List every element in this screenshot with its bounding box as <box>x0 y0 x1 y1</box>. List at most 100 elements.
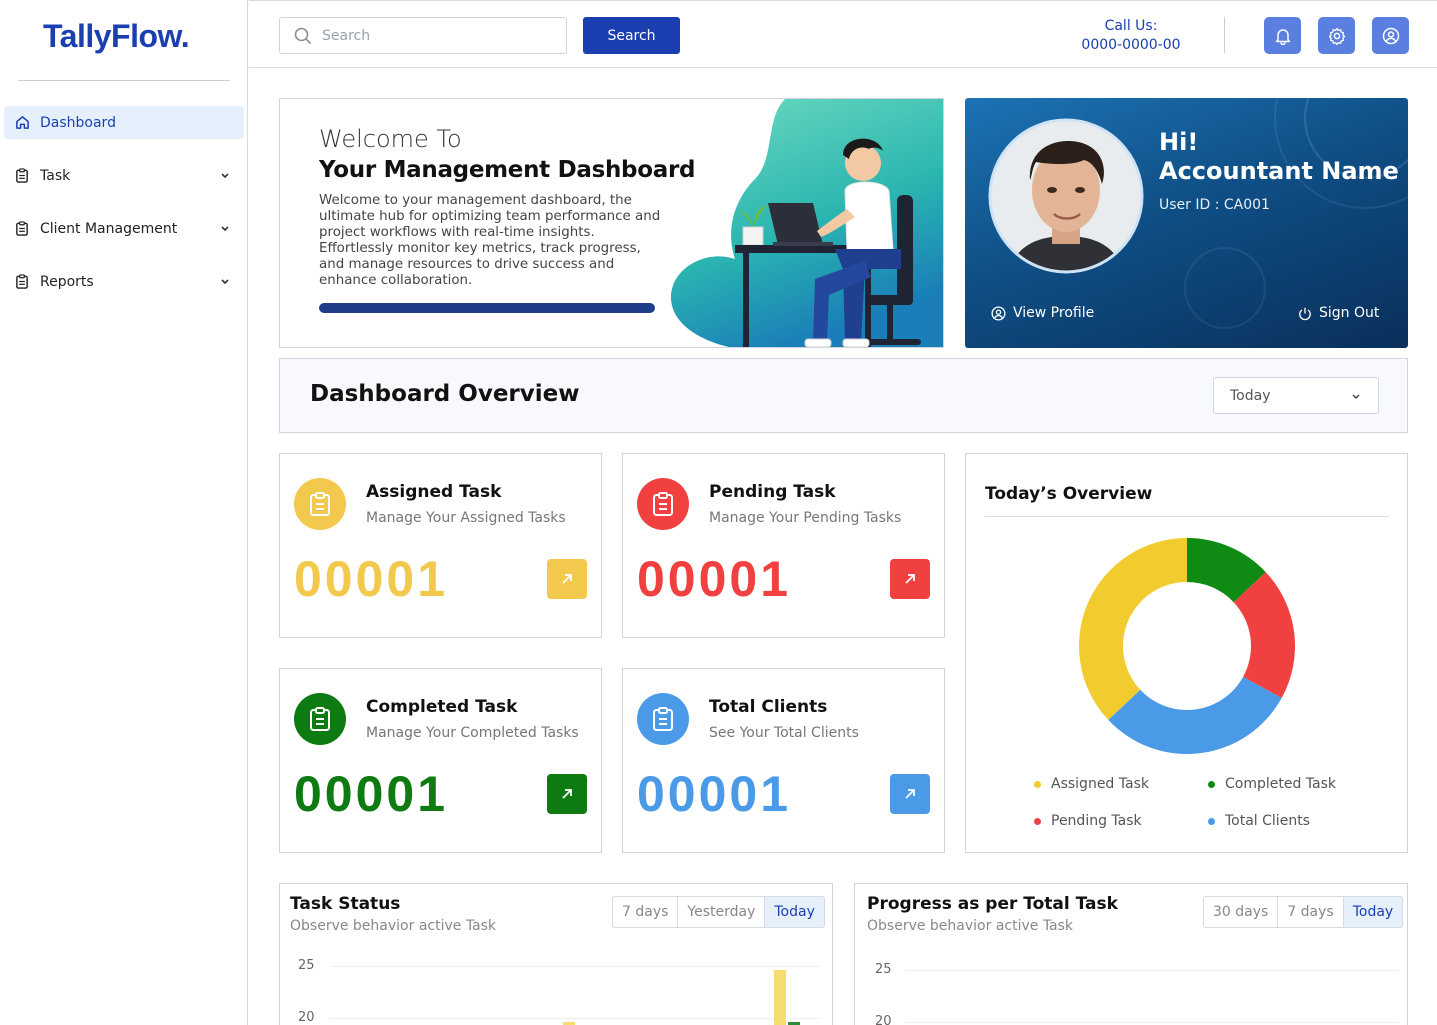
welcome-accent-bar <box>319 303 655 313</box>
tab-30-days[interactable]: 30 days <box>1204 897 1279 927</box>
view-profile-label: View Profile <box>1013 305 1095 321</box>
gridline <box>905 1022 1399 1023</box>
tab-today[interactable]: Today <box>765 897 824 927</box>
sign-out-link[interactable]: Sign Out <box>1298 305 1379 321</box>
clipboard-icon <box>294 693 346 745</box>
stat-subtitle: Manage Your Completed Tasks <box>366 725 579 741</box>
home-icon <box>14 115 30 131</box>
sidebar-item-label: Dashboard <box>40 114 116 131</box>
progress-title: Progress as per Total Task <box>867 894 1118 914</box>
view-profile-link[interactable]: View Profile <box>991 305 1094 321</box>
workspace-illustration <box>670 99 943 347</box>
donut-slice-assigned-task <box>1079 538 1187 720</box>
open-assigned-button[interactable] <box>547 559 587 599</box>
open-clients-button[interactable] <box>890 774 930 814</box>
profile-user-id: User ID : CA001 <box>1159 197 1270 213</box>
gridline <box>330 1018 820 1019</box>
stat-subtitle: See Your Total Clients <box>709 725 859 741</box>
clipboard-icon <box>14 221 30 237</box>
welcome-title: Your Management Dashboard <box>319 157 696 183</box>
welcome-body: Welcome to your management dashboard, th… <box>319 193 661 288</box>
welcome-card: Welcome To Your Management Dashboard Wel… <box>279 98 944 348</box>
todays-overview-divider <box>985 516 1389 517</box>
bell-icon <box>1275 28 1290 45</box>
legend-item: Total Clients <box>1208 813 1310 829</box>
tab-7-days[interactable]: 7 days <box>1278 897 1344 927</box>
call-us-label: Call Us: <box>1104 18 1158 34</box>
legend-dot <box>1034 817 1041 825</box>
y-tick-label: 20 <box>875 1014 892 1025</box>
call-us-number[interactable]: 0000-0000-00 <box>1071 36 1191 55</box>
task-status-card: Task Status Observe behavior active Task… <box>279 883 833 1025</box>
sidebar-item-task[interactable]: Task <box>4 159 244 192</box>
legend-label: Total Clients <box>1225 813 1310 829</box>
notifications-button[interactable] <box>1264 17 1301 54</box>
stat-card-assigned[interactable]: Assigned Task Manage Your Assigned Tasks… <box>279 453 602 638</box>
profile-name: Accountant Name <box>1159 157 1399 185</box>
stat-subtitle: Manage Your Pending Tasks <box>709 510 902 526</box>
period-select-value: Today <box>1230 387 1271 404</box>
avatar[interactable] <box>988 118 1144 278</box>
legend-label: Pending Task <box>1051 813 1142 829</box>
sidebar-item-label: Client Management <box>40 220 178 237</box>
search-button[interactable]: Search <box>583 17 680 54</box>
arrow-up-right-icon <box>905 789 915 799</box>
y-tick-label: 25 <box>298 958 315 973</box>
sidebar-item-client-management[interactable]: Client Management <box>4 212 244 245</box>
clipboard-icon <box>294 478 346 530</box>
power-icon <box>1299 307 1311 320</box>
profile-greeting: Hi! <box>1159 128 1199 156</box>
stat-value: 00001 <box>294 551 449 607</box>
brand-logo[interactable]: TallyFlow. <box>43 18 190 55</box>
legend-item: Completed Task <box>1208 776 1336 792</box>
settings-icon <box>1328 27 1345 45</box>
y-tick-label: 25 <box>875 962 892 977</box>
logo-divider <box>18 80 230 81</box>
settings-button[interactable] <box>1318 17 1355 54</box>
tab-today[interactable]: Today <box>1343 897 1403 927</box>
task-status-title: Task Status <box>290 894 401 914</box>
profile-card: Hi! Accountant Name User ID : CA001 View… <box>965 98 1408 348</box>
sidebar: TallyFlow. Dashboard Task Client Managem… <box>0 0 248 1025</box>
chevron-down-icon <box>221 173 229 179</box>
period-select[interactable]: Today <box>1213 377 1379 414</box>
dashboard-overview-title: Dashboard Overview <box>310 381 580 407</box>
sidebar-item-reports[interactable]: Reports <box>4 265 244 298</box>
legend-dot <box>1034 780 1041 788</box>
tab-7-days[interactable]: 7 days <box>613 897 679 927</box>
stat-card-completed[interactable]: Completed Task Manage Your Completed Tas… <box>279 668 602 853</box>
stat-card-pending[interactable]: Pending Task Manage Your Pending Tasks 0… <box>622 453 945 638</box>
y-tick-label: 20 <box>298 1010 315 1025</box>
donut-chart <box>1079 538 1295 754</box>
sidebar-item-dashboard[interactable]: Dashboard <box>4 106 244 139</box>
todays-overview-card: Today’s Overview Assigned Task Completed… <box>965 453 1408 853</box>
call-us: Call Us: 0000-0000-00 <box>1071 17 1191 55</box>
legend-item: Pending Task <box>1034 813 1142 829</box>
stat-card-clients[interactable]: Total Clients See Your Total Clients 000… <box>622 668 945 853</box>
search-input[interactable] <box>322 27 552 44</box>
search-icon <box>294 27 312 44</box>
stat-title: Assigned Task <box>366 482 502 502</box>
chevron-down-icon <box>221 226 229 232</box>
arrow-up-right-icon <box>562 789 572 799</box>
account-button[interactable] <box>1372 17 1409 54</box>
legend-item: Assigned Task <box>1034 776 1149 792</box>
stat-value: 00001 <box>294 766 449 822</box>
bar-mark <box>774 970 786 1025</box>
user-circle-icon <box>1382 27 1399 44</box>
legend-label: Completed Task <box>1225 776 1337 792</box>
stat-title: Pending Task <box>709 482 836 502</box>
sidebar-item-label: Task <box>40 167 71 184</box>
arrow-up-right-icon <box>562 574 572 584</box>
stat-subtitle: Manage Your Assigned Tasks <box>366 510 566 526</box>
search-box[interactable] <box>279 17 567 54</box>
clipboard-icon <box>14 168 30 184</box>
legend-dot <box>1208 817 1215 825</box>
stat-value: 00001 <box>637 551 792 607</box>
task-status-range-tabs: 7 days Yesterday Today <box>612 896 825 928</box>
tab-yesterday[interactable]: Yesterday <box>678 897 766 927</box>
open-completed-button[interactable] <box>547 774 587 814</box>
clipboard-icon <box>637 693 689 745</box>
open-pending-button[interactable] <box>890 559 930 599</box>
task-status-subtitle: Observe behavior active Task <box>290 918 497 934</box>
